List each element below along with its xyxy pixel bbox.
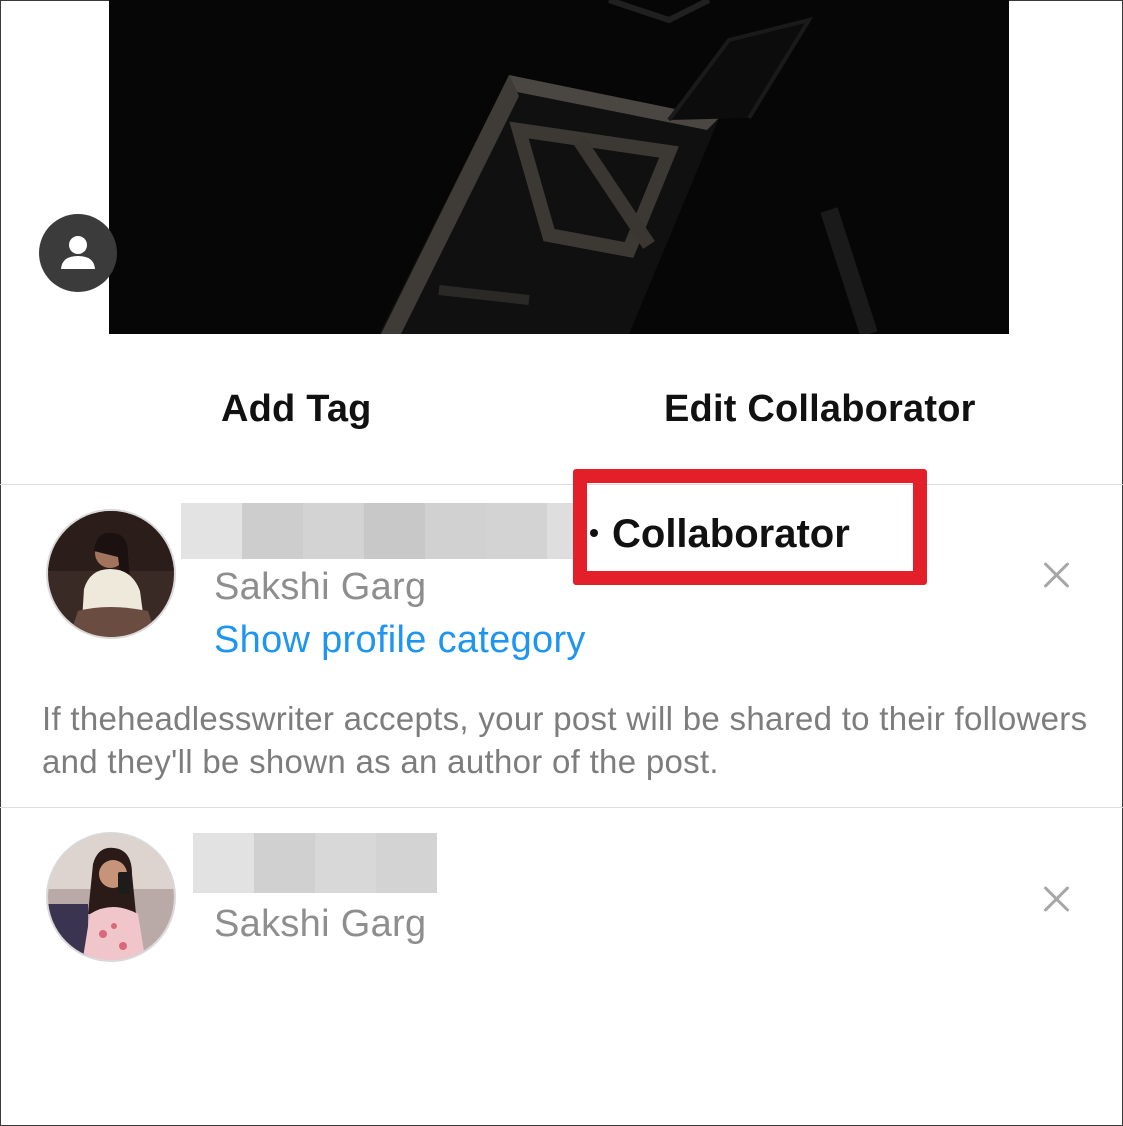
edit-collaborator-button[interactable]: Edit Collaborator	[664, 388, 976, 431]
add-tag-button[interactable]: Add Tag	[221, 388, 372, 431]
collaborator-full-name: Sakshi Garg	[214, 903, 427, 945]
avatar[interactable]	[46, 509, 176, 639]
collaborator-full-name: Sakshi Garg	[214, 566, 427, 608]
post-photo	[109, 0, 1009, 334]
avatar[interactable]	[46, 832, 176, 962]
divider	[0, 484, 1123, 485]
divider	[0, 807, 1123, 808]
avatar-photo	[48, 511, 174, 637]
username-redacted	[181, 503, 579, 559]
highlight-annotation	[573, 469, 927, 585]
collaborator-note: If theheadlesswriter accepts, your post …	[42, 700, 1088, 780]
avatar-photo	[48, 834, 174, 960]
photo-content	[109, 0, 1009, 334]
show-profile-category-link[interactable]: Show profile category	[214, 619, 586, 662]
tag-people-button[interactable]	[39, 214, 117, 292]
close-icon[interactable]	[1041, 560, 1071, 590]
person-icon	[61, 236, 95, 269]
close-icon[interactable]	[1041, 884, 1071, 914]
username-redacted	[193, 833, 437, 893]
